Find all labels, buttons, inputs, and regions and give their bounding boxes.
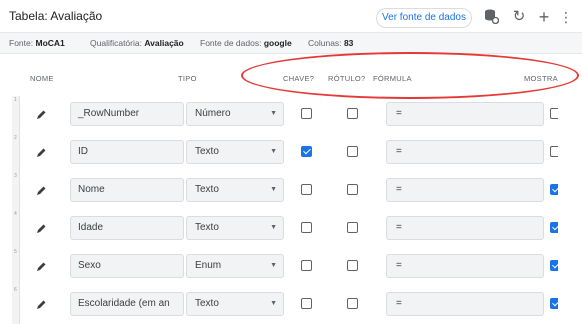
row-number: 2 bbox=[14, 135, 17, 141]
qualifier-info: Qualificatória: Avaliação bbox=[90, 38, 184, 48]
row-number: 1 bbox=[14, 97, 17, 103]
label-checkbox[interactable] bbox=[347, 184, 358, 195]
key-checkbox[interactable] bbox=[301, 184, 312, 195]
formula-input[interactable]: = bbox=[386, 254, 544, 278]
show-checkbox[interactable] bbox=[550, 298, 558, 309]
column-name-input[interactable]: _RowNumber bbox=[70, 102, 184, 126]
table-row: 5 Sexo Enum ▼ = bbox=[12, 248, 582, 286]
column-type-value: Texto bbox=[195, 222, 219, 233]
dropdown-caret-icon: ▼ bbox=[270, 186, 277, 193]
column-type-value: Texto bbox=[195, 146, 219, 157]
edit-pencil-icon[interactable] bbox=[34, 108, 48, 122]
column-name-input[interactable]: Sexo bbox=[70, 254, 184, 278]
column-header-formula: FÓRMULA bbox=[373, 74, 412, 83]
key-checkbox[interactable] bbox=[301, 108, 312, 119]
datasource-info: Fonte de dados: google bbox=[200, 38, 292, 48]
formula-input[interactable]: = bbox=[386, 140, 544, 164]
source-info: Fonte: MoCA1 bbox=[9, 38, 65, 48]
row-drag-handle[interactable]: 4 bbox=[12, 210, 20, 248]
key-checkbox[interactable] bbox=[301, 298, 312, 309]
table-row: 3 Nome Texto ▼ = bbox=[12, 172, 582, 210]
dropdown-caret-icon: ▼ bbox=[270, 224, 277, 231]
column-type-select[interactable]: Texto ▼ bbox=[186, 216, 284, 240]
column-type-select[interactable]: Texto ▼ bbox=[186, 292, 284, 316]
row-drag-handle[interactable]: 2 bbox=[12, 134, 20, 172]
show-checkbox[interactable] bbox=[550, 184, 558, 195]
row-drag-handle[interactable]: 6 bbox=[12, 286, 20, 324]
label-checkbox[interactable] bbox=[347, 260, 358, 271]
column-type-select[interactable]: Número ▼ bbox=[186, 102, 284, 126]
key-checkbox[interactable] bbox=[301, 146, 312, 157]
edit-pencil-icon[interactable] bbox=[34, 146, 48, 160]
view-data-source-button[interactable]: Ver fonte de dados bbox=[376, 8, 472, 28]
dropdown-caret-icon: ▼ bbox=[270, 110, 277, 117]
label-checkbox[interactable] bbox=[347, 108, 358, 119]
edit-pencil-icon[interactable] bbox=[34, 184, 48, 198]
columns-table: 1 _RowNumber Número ▼ = 2 ID Texto ▼ = 3 Nome Texto ▼… bbox=[12, 96, 582, 324]
column-header-tipo: TIPO bbox=[178, 74, 197, 83]
dropdown-caret-icon: ▼ bbox=[270, 262, 277, 269]
label-checkbox[interactable] bbox=[347, 298, 358, 309]
row-number: 6 bbox=[14, 287, 17, 293]
table-row: 4 Idade Texto ▼ = bbox=[12, 210, 582, 248]
table-info-bar: Fonte: MoCA1 Qualificatória: Avaliação F… bbox=[0, 32, 582, 54]
table-row: 6 Escolaridade (em an Texto ▼ = bbox=[12, 286, 582, 324]
label-checkbox[interactable] bbox=[347, 222, 358, 233]
column-name-input[interactable]: Escolaridade (em an bbox=[70, 292, 184, 316]
dropdown-caret-icon: ▼ bbox=[270, 148, 277, 155]
column-header-nome: NOME bbox=[30, 74, 54, 83]
database-settings-icon[interactable] bbox=[482, 8, 500, 26]
show-checkbox[interactable] bbox=[550, 146, 558, 157]
row-drag-handle[interactable]: 5 bbox=[12, 248, 20, 286]
label-checkbox[interactable] bbox=[347, 146, 358, 157]
key-checkbox[interactable] bbox=[301, 222, 312, 233]
column-type-value: Número bbox=[195, 108, 231, 119]
dropdown-caret-icon: ▼ bbox=[270, 300, 277, 307]
show-checkbox[interactable] bbox=[550, 260, 558, 271]
table-row: 1 _RowNumber Número ▼ = bbox=[12, 96, 582, 134]
row-number: 4 bbox=[14, 211, 17, 217]
column-header-rotulo: RÓTULO? bbox=[328, 74, 366, 83]
column-type-select[interactable]: Texto ▼ bbox=[186, 178, 284, 202]
edit-pencil-icon[interactable] bbox=[34, 298, 48, 312]
show-checkbox[interactable] bbox=[550, 108, 558, 119]
column-header-chave: CHAVE? bbox=[283, 74, 315, 83]
row-number: 3 bbox=[14, 173, 17, 179]
column-type-value: Texto bbox=[195, 184, 219, 195]
add-icon[interactable]: + bbox=[535, 8, 553, 26]
row-number: 5 bbox=[14, 249, 17, 255]
column-name-input[interactable]: ID bbox=[70, 140, 184, 164]
refresh-icon[interactable]: ↻ bbox=[510, 8, 528, 26]
formula-input[interactable]: = bbox=[386, 292, 544, 316]
formula-input[interactable]: = bbox=[386, 102, 544, 126]
column-type-value: Enum bbox=[195, 260, 222, 271]
formula-input[interactable]: = bbox=[386, 216, 544, 240]
formula-input[interactable]: = bbox=[386, 178, 544, 202]
column-header-mostra: MOSTRA bbox=[524, 74, 558, 83]
edit-pencil-icon[interactable] bbox=[34, 222, 48, 236]
column-name-input[interactable]: Idade bbox=[70, 216, 184, 240]
row-drag-handle[interactable]: 1 bbox=[12, 96, 20, 134]
table-header: Tabela: Avaliação Ver fonte de dados ↻ +… bbox=[0, 0, 582, 32]
row-drag-handle[interactable]: 3 bbox=[12, 172, 20, 210]
column-type-select[interactable]: Texto ▼ bbox=[186, 140, 284, 164]
table-row: 2 ID Texto ▼ = bbox=[12, 134, 582, 172]
page-title: Tabela: Avaliação bbox=[9, 9, 103, 23]
key-checkbox[interactable] bbox=[301, 260, 312, 271]
edit-pencil-icon[interactable] bbox=[34, 260, 48, 274]
more-vert-icon[interactable]: ⋮ bbox=[557, 8, 575, 26]
column-name-input[interactable]: Nome bbox=[70, 178, 184, 202]
show-checkbox[interactable] bbox=[550, 222, 558, 233]
column-type-select[interactable]: Enum ▼ bbox=[186, 254, 284, 278]
columns-count-info: Colunas: 83 bbox=[308, 38, 354, 48]
column-type-value: Texto bbox=[195, 298, 219, 309]
